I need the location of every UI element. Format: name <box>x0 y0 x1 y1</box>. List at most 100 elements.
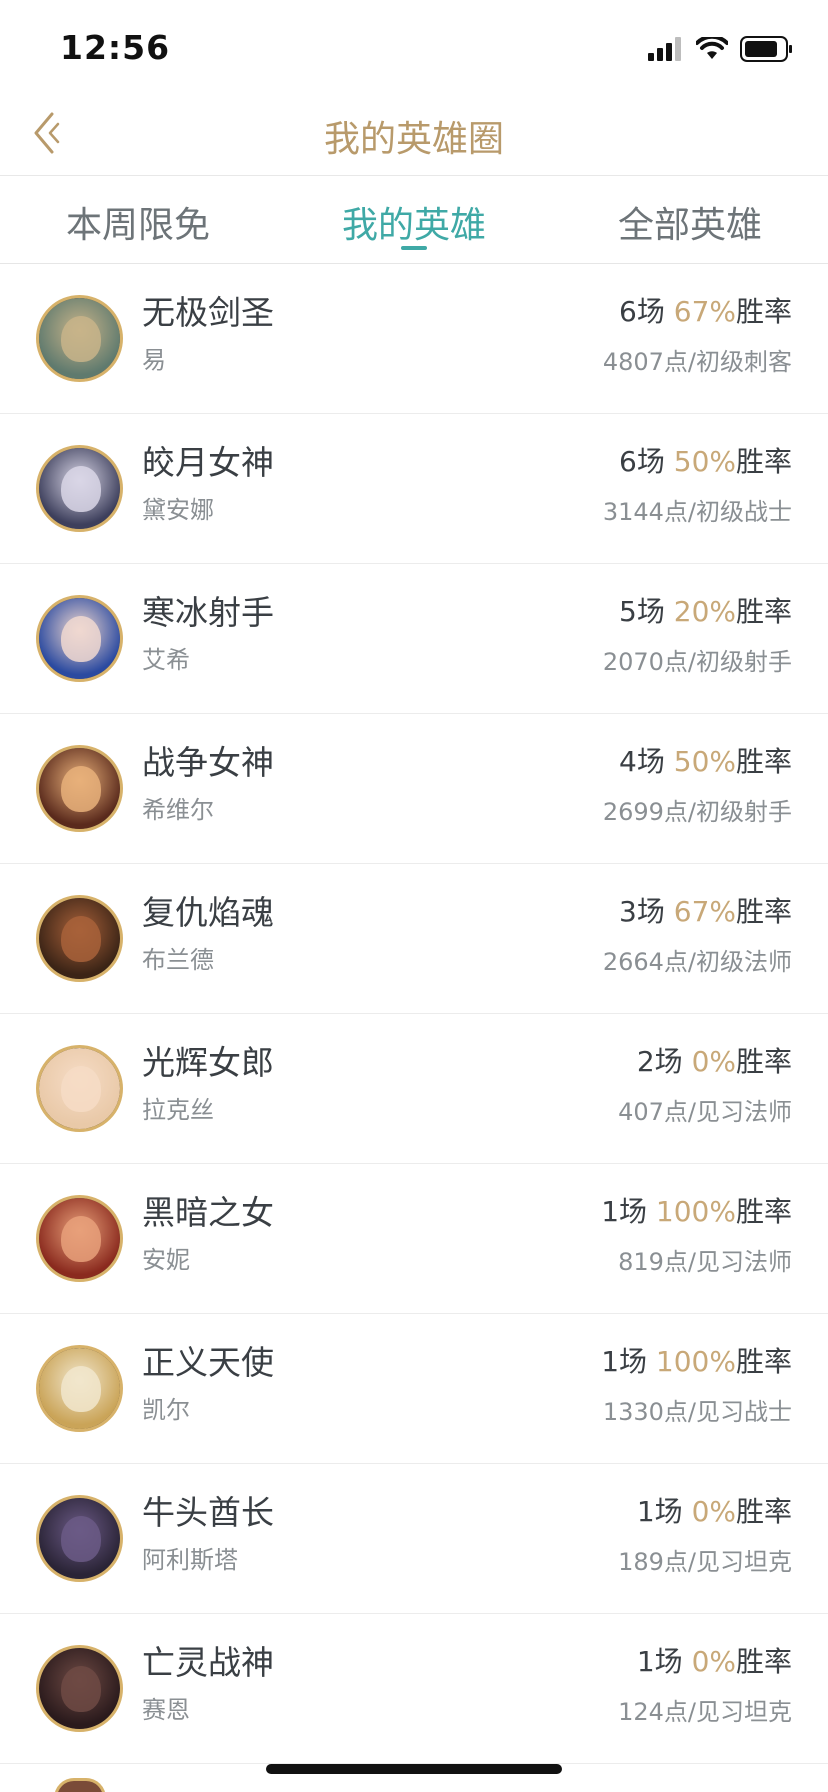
hero-points: 1330点/见习战士 <box>602 1398 792 1426</box>
hero-points: 3144点/初级战士 <box>602 498 792 526</box>
hero-row[interactable]: 光辉女郎 拉克丝 2场 0%胜率 407点/见习法师 <box>0 1014 828 1164</box>
win-rate: 0% <box>691 1045 736 1078</box>
hero-name: 正义天使 <box>142 1343 274 1382</box>
win-rate: 20% <box>673 595 736 628</box>
win-rate-label: 胜率 <box>735 745 792 778</box>
win-rate: 50% <box>673 745 736 778</box>
games-count: 5场 <box>619 595 665 628</box>
hero-stats: 1场 100%胜率 <box>601 1340 792 1380</box>
hero-points: 189点/见习坦克 <box>618 1548 792 1576</box>
games-count: 1场 <box>601 1345 648 1378</box>
hero-subtitle: 黛安娜 <box>142 496 214 524</box>
hero-avatar <box>36 1195 123 1282</box>
hero-subtitle: 布兰德 <box>142 946 214 974</box>
hero-stats: 4场 50%胜率 <box>619 740 792 780</box>
hero-points: 407点/见习法师 <box>618 1098 792 1126</box>
hero-name: 牛头酋长 <box>142 1493 274 1532</box>
battery-icon <box>740 36 792 62</box>
hero-stats: 1场 100%胜率 <box>601 1190 792 1230</box>
hero-stats: 5场 20%胜率 <box>619 590 792 630</box>
games-count: 1场 <box>636 1495 683 1528</box>
avatar-face <box>61 916 101 962</box>
hero-row[interactable]: 战争女神希维尔 4场 50%胜率 2699点/初级射手 <box>0 714 828 864</box>
status-time: 12:56 <box>60 28 171 67</box>
hero-points: 124点/见习坦克 <box>618 1698 792 1726</box>
avatar-face <box>61 1066 101 1112</box>
win-rate-label: 胜率 <box>735 1345 792 1378</box>
hero-stats: 2场 0%胜率 <box>637 1040 792 1080</box>
hero-list: 无极剑圣易 6场 67%胜率 4807点/初级刺客 皎月女神 黛安娜 6场 50%胜率 31… <box>0 264 828 1764</box>
hero-subtitle: 阿利斯塔 <box>142 1546 238 1574</box>
avatar-face <box>61 316 101 362</box>
hero-points: 2699点/初级射手 <box>602 798 792 826</box>
hero-row[interactable]: 寒冰射手 艾希 5场 20%胜率 2070点/初级射手 <box>0 564 828 714</box>
win-rate-label: 胜率 <box>735 1645 792 1678</box>
win-rate-label: 胜率 <box>735 295 792 328</box>
hero-avatar <box>36 1495 123 1582</box>
hero-row[interactable]: 正义天使 凯尔 1场 100%胜率 1330点/见习战士 <box>0 1314 828 1464</box>
win-rate: 100% <box>655 1195 736 1228</box>
avatar-face <box>61 466 101 512</box>
win-rate: 0% <box>691 1645 736 1678</box>
games-count: 2场 <box>636 1045 683 1078</box>
hero-row[interactable]: 复仇焰魂布兰德 3场 67%胜率 2664点/初级法师 <box>0 864 828 1014</box>
hero-name: 黑暗之女 <box>142 1193 274 1232</box>
win-rate-label: 胜率 <box>735 1195 792 1228</box>
hero-name: 寒冰射手 <box>142 593 274 632</box>
hero-row[interactable]: 黑暗之女安妮 1场 100%胜率 819点/见习法师 <box>0 1164 828 1314</box>
hero-name: 亡灵战神 <box>142 1643 274 1682</box>
hero-avatar <box>36 745 123 832</box>
avatar-face <box>61 1216 101 1262</box>
games-count: 1场 <box>636 1645 683 1678</box>
win-rate-label: 胜率 <box>735 1495 792 1528</box>
hero-row[interactable]: 皎月女神黛安娜 6场 50%胜率 3144点/初级战士 <box>0 414 828 564</box>
hero-name: 复仇焰魂 <box>142 893 274 932</box>
hero-subtitle: 安妮 <box>142 1246 190 1274</box>
hero-row[interactable]: 牛头酋长阿利斯塔 1场 0%胜率 189点/见习坦克 <box>0 1464 828 1614</box>
hero-avatar <box>36 595 123 682</box>
tab-my-heroes[interactable]: 我的英雄 <box>276 196 552 248</box>
hero-avatar <box>36 445 123 532</box>
page-title: 我的英雄圈 <box>323 119 504 160</box>
avatar-face <box>61 1666 101 1712</box>
hero-row[interactable]: 亡灵战神赛恩 1场 0%胜率 124点/见习坦克 <box>0 1614 828 1764</box>
win-rate-label: 胜率 <box>735 895 792 928</box>
win-rate: 0% <box>691 1495 736 1528</box>
avatar-face <box>61 1366 101 1412</box>
win-rate-label: 胜率 <box>735 1045 792 1078</box>
hero-avatar-partial <box>54 1778 106 1792</box>
hero-points: 819点/见习法师 <box>618 1248 792 1276</box>
hero-subtitle: 赛恩 <box>142 1696 190 1724</box>
hero-name: 战争女神 <box>142 743 274 782</box>
nav-bar: 我的英雄圈 <box>0 88 828 176</box>
hero-avatar <box>36 1045 123 1132</box>
avatar-face <box>61 616 101 662</box>
hero-points: 4807点/初级刺客 <box>602 348 792 376</box>
win-rate-label: 胜率 <box>735 445 792 478</box>
hero-subtitle: 希维尔 <box>142 796 214 824</box>
hero-name: 光辉女郎 <box>142 1043 274 1082</box>
games-count: 3场 <box>619 895 665 928</box>
hero-avatar <box>36 1645 123 1732</box>
avatar-face <box>61 766 101 812</box>
home-indicator <box>266 1764 562 1774</box>
hero-stats: 1场 0%胜率 <box>637 1490 792 1530</box>
hero-name: 无极剑圣 <box>142 293 274 332</box>
active-tab-indicator <box>401 246 427 250</box>
win-rate: 100% <box>655 1345 736 1378</box>
hero-name: 皎月女神 <box>142 443 274 482</box>
avatar-face <box>61 1516 101 1562</box>
hero-stats: 6场 50%胜率 <box>619 440 792 480</box>
hero-row[interactable]: 无极剑圣易 6场 67%胜率 4807点/初级刺客 <box>0 264 828 414</box>
win-rate: 67% <box>673 295 736 328</box>
win-rate: 67% <box>673 895 736 928</box>
tab-weekly-free[interactable]: 本周限免 <box>0 196 276 248</box>
hero-subtitle: 易 <box>142 346 166 374</box>
hero-stats: 3场 67%胜率 <box>619 890 792 930</box>
games-count: 4场 <box>619 745 665 778</box>
hero-points: 2664点/初级法师 <box>602 948 792 976</box>
games-count: 6场 <box>619 295 665 328</box>
tab-all-heroes[interactable]: 全部英雄 <box>552 196 828 248</box>
hero-subtitle: 艾希 <box>142 646 190 674</box>
hero-avatar <box>36 895 123 982</box>
